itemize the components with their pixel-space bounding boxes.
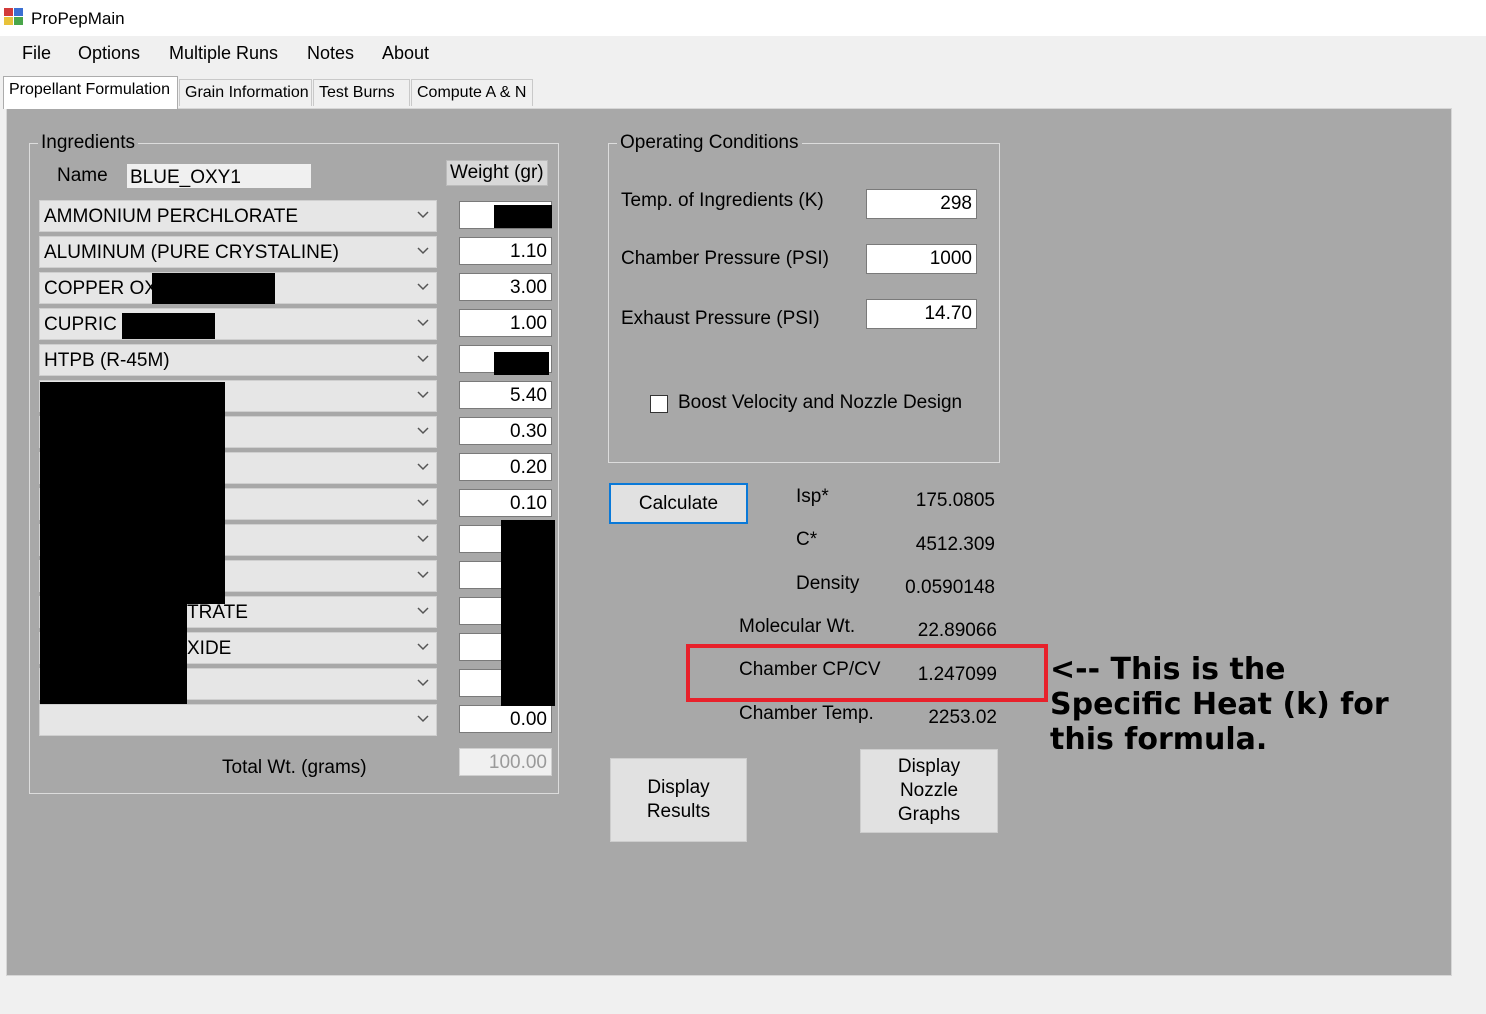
weight-field-2[interactable]: 1.10	[459, 237, 552, 265]
calculate-button[interactable]: Calculate	[609, 483, 748, 524]
redaction-6	[40, 596, 187, 704]
ingredients-group-title: Ingredients	[38, 132, 139, 154]
exhaust-pressure-field[interactable]: 14.70	[866, 299, 977, 329]
menu-bar: File Options Multiple Runs Notes About	[0, 36, 1486, 72]
display-results-line-2: Results	[646, 801, 711, 822]
menu-multiple-runs[interactable]: Multiple Runs	[169, 43, 278, 64]
temp-label: Temp. of Ingredients (K)	[621, 190, 824, 211]
ingredient-combo-2[interactable]: ALUMINUM (PURE CRYSTALINE)	[39, 236, 437, 268]
ingredient-combo-4[interactable]: CUPRIC	[39, 308, 437, 340]
redaction-2	[152, 273, 275, 304]
annotation-line-3: this formula.	[1050, 722, 1268, 757]
molecular-weight-value: 22.89066	[917, 620, 997, 641]
molecular-weight-label: Molecular Wt.	[739, 616, 856, 637]
ingredient-combo-1[interactable]: AMMONIUM PERCHLORATE	[39, 200, 437, 232]
annotation-line-2: Specific Heat (k) for	[1050, 687, 1389, 722]
weight-field-4[interactable]: 1.00	[459, 309, 552, 337]
highlight-box	[686, 644, 1048, 702]
exhaust-pressure-label: Exhaust Pressure (PSI)	[621, 308, 820, 329]
operating-conditions-title: Operating Conditions	[617, 132, 802, 154]
app-icon	[4, 8, 24, 26]
isp-value: 175.0805	[915, 490, 995, 511]
cstar-label: C*	[796, 529, 818, 550]
tab-propellant-formulation[interactable]: Propellant Formulation	[3, 76, 178, 109]
chamber-pressure-field[interactable]: 1000	[866, 244, 977, 274]
redaction-7	[501, 520, 555, 706]
ingredient-combo-5[interactable]: HTPB (R-45M)	[39, 344, 437, 376]
boost-label: Boost Velocity and Nozzle Design	[678, 392, 963, 413]
density-value: 0.0590148	[905, 577, 995, 598]
weight-header: Weight (gr)	[446, 160, 548, 186]
weight-field-9[interactable]: 0.10	[459, 489, 552, 517]
menu-file[interactable]: File	[22, 43, 51, 64]
isp-label: Isp*	[796, 486, 829, 507]
menu-notes[interactable]: Notes	[307, 43, 354, 64]
weight-field-3[interactable]: 3.00	[459, 273, 552, 301]
redaction-5	[40, 382, 225, 604]
temp-field[interactable]: 298	[866, 189, 977, 219]
chamber-pressure-label: Chamber Pressure (PSI)	[621, 248, 830, 269]
redaction-1	[494, 205, 552, 228]
redaction-4	[494, 352, 549, 375]
annotation-text: <-- This is the Specific Heat (k) for th…	[1050, 652, 1389, 757]
display-results-button[interactable]: Display Results	[610, 758, 747, 842]
window-title: ProPepMain	[31, 9, 125, 28]
display-nozzle-line-1: Display	[897, 756, 961, 777]
title-bar: ProPepMain	[0, 0, 1486, 36]
weight-field-6[interactable]: 5.40	[459, 381, 552, 409]
display-nozzle-line-3: Graphs	[897, 804, 961, 825]
tab-strip: Propellant Formulation Grain Information…	[0, 72, 1486, 109]
redaction-3	[122, 313, 215, 339]
chamber-temp-label: Chamber Temp.	[739, 703, 874, 724]
menu-options[interactable]: Options	[78, 43, 140, 64]
weight-field-8[interactable]: 0.20	[459, 453, 552, 481]
ingredient-combo-15[interactable]	[39, 704, 437, 736]
weight-field-15[interactable]: 0.00	[459, 705, 552, 733]
annotation-line-1: <-- This is the	[1050, 652, 1286, 687]
name-label: Name	[57, 165, 108, 186]
tab-compute-a-n[interactable]: Compute A & N	[411, 79, 533, 108]
display-nozzle-line-2: Nozzle	[899, 780, 959, 801]
total-weight-label: Total Wt. (grams)	[222, 757, 367, 778]
menu-about[interactable]: About	[382, 43, 429, 64]
display-nozzle-graphs-button[interactable]: Display Nozzle Graphs	[860, 749, 998, 833]
boost-checkbox[interactable]	[650, 395, 668, 413]
total-weight-field: 100.00	[459, 748, 552, 776]
chamber-temp-value: 2253.02	[928, 707, 997, 728]
tab-grain-information[interactable]: Grain Information	[179, 79, 312, 108]
display-results-line-1: Display	[647, 777, 710, 798]
density-label: Density	[796, 573, 860, 594]
tab-test-burns[interactable]: Test Burns	[313, 79, 410, 108]
weight-field-7[interactable]: 0.30	[459, 417, 552, 445]
formula-name-field[interactable]: BLUE_OXY1	[127, 164, 311, 188]
cstar-value: 4512.309	[915, 534, 995, 555]
